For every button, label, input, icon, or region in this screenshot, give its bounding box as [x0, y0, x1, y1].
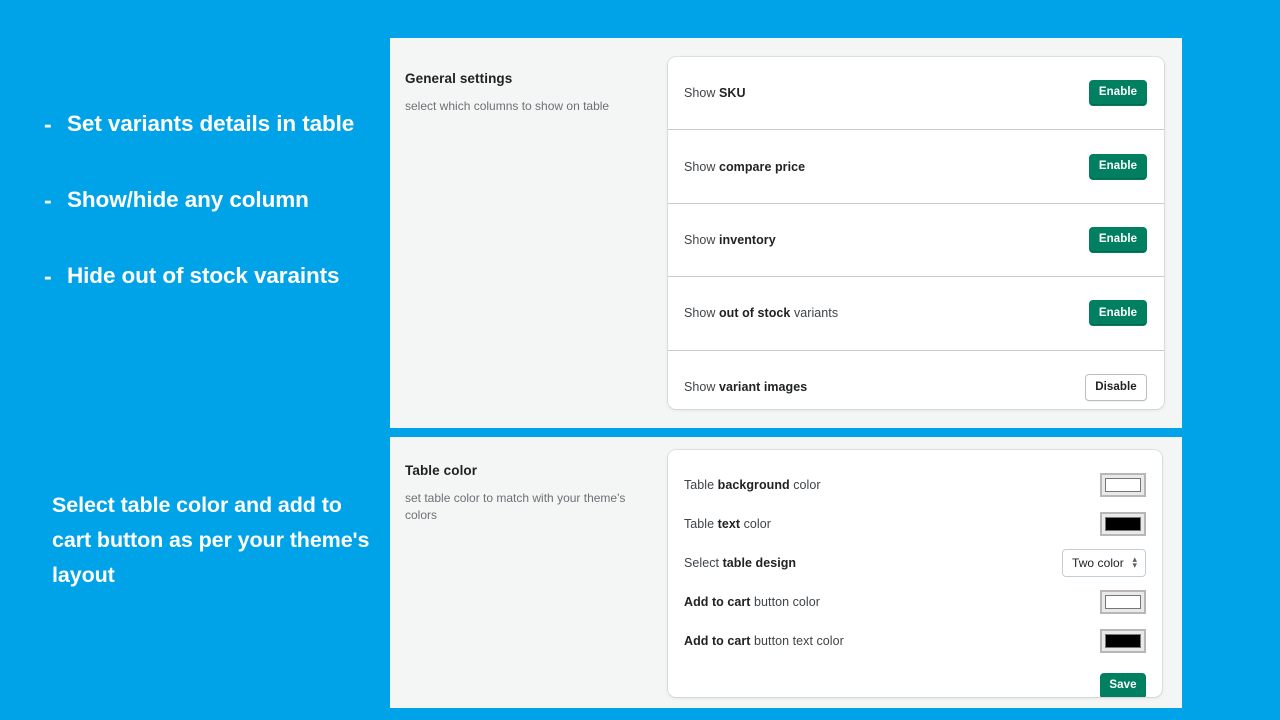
setting-label: Add to cart button text color [684, 634, 844, 648]
toggle-sku-button[interactable]: Enable [1089, 80, 1147, 107]
setting-row-sku: Show SKU Enable [668, 57, 1164, 131]
add-to-cart-text-color-swatch [1105, 633, 1141, 648]
add-to-cart-button-color-picker[interactable] [1100, 589, 1146, 614]
setting-label-suffix: button text color [750, 633, 844, 648]
setting-row-compare-price: Show compare price Enable [668, 130, 1164, 204]
table-text-color-picker[interactable] [1100, 511, 1146, 536]
setting-label-prefix: Show [684, 306, 719, 321]
table-color-title: Table color [405, 463, 478, 478]
table-design-select[interactable]: Two color ▴ ▾ [1062, 548, 1146, 577]
table-design-selected-value: Two color [1072, 555, 1124, 570]
setting-label-prefix: Select [684, 555, 723, 570]
setting-label-prefix: Show [684, 159, 719, 174]
setting-label: Show inventory [684, 233, 776, 247]
page-title: General settings [405, 71, 513, 86]
toggle-variant-images-button[interactable]: Disable [1085, 373, 1147, 401]
color-row-table-background: Table background color [684, 465, 1146, 504]
setting-label-prefix: Show [684, 380, 719, 395]
promo-bullet-text: Set variants details in table [67, 111, 355, 136]
promo-bullet-text: Show/hide any column [67, 187, 309, 212]
setting-label-prefix: Show [684, 86, 719, 101]
color-row-table-design: Select table design Two color ▴ ▾ [684, 543, 1146, 582]
color-row-add-to-cart-button: Add to cart button color [684, 582, 1146, 621]
promo-bullet-text: Hide out of stock varaints [67, 263, 340, 288]
table-color-card: Table background color Table text color … [668, 450, 1162, 697]
bullet-dash-icon: - [44, 263, 52, 289]
promo-bullet-item: - Hide out of stock varaints [44, 258, 374, 294]
setting-label-strong: text [717, 516, 741, 531]
table-background-color-picker[interactable] [1100, 472, 1146, 497]
table-color-panel: Table color set table color to match wit… [390, 437, 1182, 708]
setting-label: Add to cart button color [684, 595, 820, 609]
bullet-dash-icon: - [44, 187, 52, 213]
promo-note: Select table color and add to cart butto… [52, 493, 370, 587]
setting-label-prefix: Table [684, 477, 718, 492]
setting-label-strong: SKU [719, 86, 746, 101]
setting-label-suffix: button color [750, 594, 820, 609]
general-settings-heading-block: General settings select which columns to… [405, 71, 655, 115]
promo-bullet-item: - Set variants details in table [44, 106, 374, 142]
setting-label: Show variant images [684, 380, 807, 394]
setting-label-prefix: Table [684, 516, 718, 531]
chevron-updown-icon: ▴ ▾ [1132, 553, 1137, 570]
table-color-subtitle: set table color to match with your theme… [405, 491, 626, 522]
setting-label-prefix: Show [684, 232, 719, 247]
toggle-compare-price-button[interactable]: Enable [1089, 153, 1147, 180]
promo-column: - Set variants details in table - Show/h… [0, 0, 390, 720]
setting-label: Show SKU [684, 86, 746, 100]
save-button[interactable]: Save [1100, 673, 1146, 697]
setting-row-inventory: Show inventory Enable [668, 204, 1164, 278]
setting-label-strong: Add to cart [684, 633, 751, 648]
color-row-add-to-cart-text: Add to cart button text color [684, 621, 1146, 660]
add-to-cart-button-color-swatch [1105, 594, 1141, 609]
save-row: Save [668, 660, 1162, 697]
general-settings-subtitle: select which columns to show on table [405, 99, 610, 113]
table-color-heading-block: Table color set table color to match wit… [405, 463, 655, 524]
setting-label-strong: background [717, 477, 790, 492]
screenshot-root: - Set variants details in table - Show/h… [0, 0, 1280, 720]
setting-label-suffix: variants [790, 306, 839, 321]
table-text-color-swatch [1105, 516, 1141, 531]
setting-label-strong: variant images [719, 380, 808, 395]
setting-label: Table background color [684, 478, 821, 492]
add-to-cart-text-color-picker[interactable] [1100, 628, 1146, 653]
promo-bullet-list: - Set variants details in table - Show/h… [44, 106, 374, 294]
general-settings-panel: General settings select which columns to… [390, 38, 1182, 428]
setting-label: Table text color [684, 517, 771, 531]
setting-label-suffix: color [789, 477, 821, 492]
table-background-color-swatch [1105, 477, 1141, 492]
setting-label-strong: out of stock [719, 306, 791, 321]
table-color-rows: Table background color Table text color … [668, 450, 1162, 660]
setting-row-variant-images: Show variant images Disable [668, 351, 1164, 409]
setting-label: Show out of stock variants [684, 306, 838, 320]
setting-label-strong: table design [722, 555, 797, 570]
setting-label-strong: compare price [719, 159, 806, 174]
bullet-dash-icon: - [44, 111, 52, 137]
setting-label-strong: Add to cart [684, 594, 751, 609]
setting-label-strong: inventory [719, 232, 776, 247]
setting-label: Show compare price [684, 160, 805, 174]
setting-row-out-of-stock-variants: Show out of stock variants Enable [668, 277, 1164, 351]
general-settings-card: Show SKU Enable Show compare price Enabl… [668, 57, 1164, 409]
color-row-table-text: Table text color [684, 504, 1146, 543]
setting-label: Select table design [684, 556, 796, 570]
toggle-out-of-stock-button[interactable]: Enable [1089, 300, 1147, 327]
toggle-inventory-button[interactable]: Enable [1089, 226, 1147, 253]
setting-label-suffix: color [740, 516, 771, 531]
promo-bullet-item: - Show/hide any column [44, 182, 374, 218]
